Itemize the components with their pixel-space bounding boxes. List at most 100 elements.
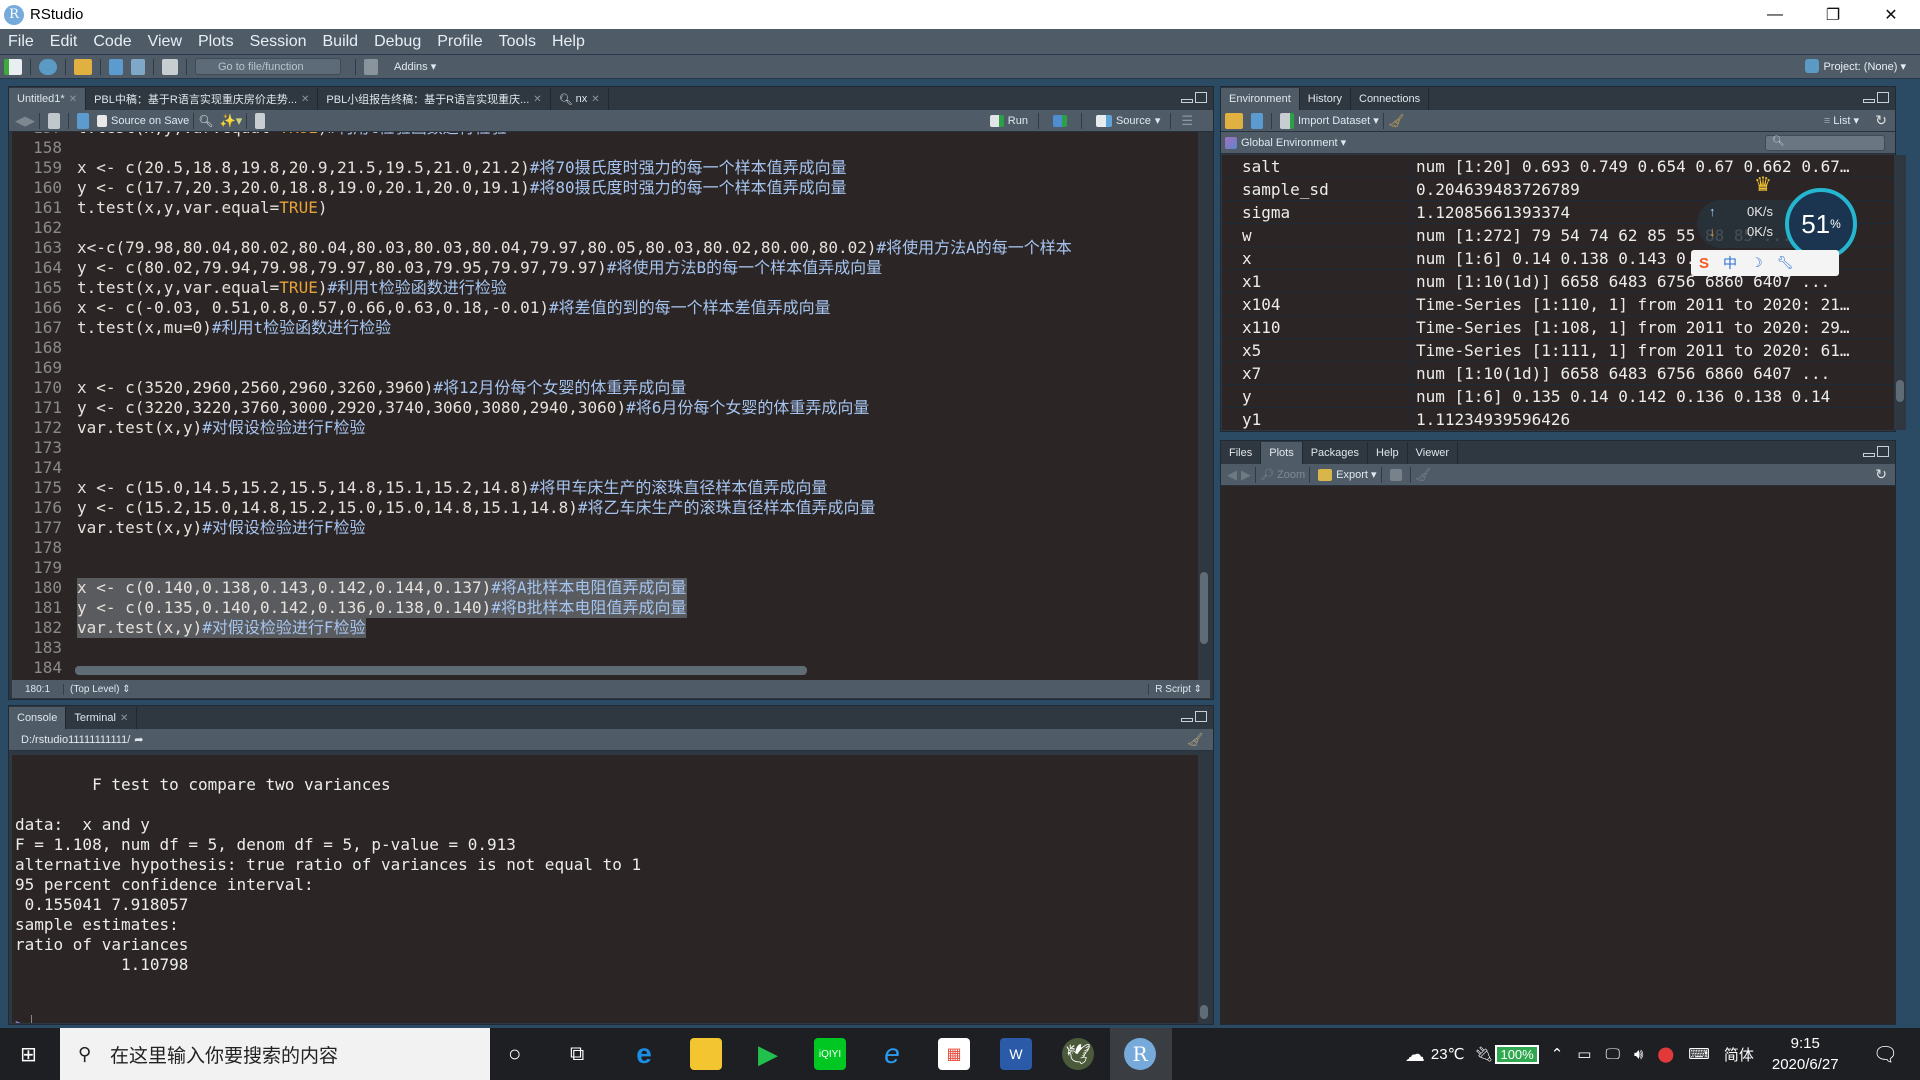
rstudio-taskbar-icon[interactable]: R: [1124, 1038, 1156, 1070]
compile-report-icon[interactable]: [255, 112, 266, 129]
environment-row[interactable]: y1 1.11234939596426: [1222, 408, 1894, 430]
cortana-icon[interactable]: ○: [508, 1041, 521, 1067]
show-in-window-icon[interactable]: [48, 112, 60, 129]
load-workspace-icon[interactable]: [1225, 112, 1243, 129]
environment-scope-dropdown[interactable]: Global Environment ▾: [1241, 136, 1346, 149]
keyboard-icon[interactable]: ⌨: [1688, 1045, 1710, 1063]
tab-untitled1[interactable]: Untitled1* ✕: [9, 88, 87, 110]
wrench-icon[interactable]: 🔧︎: [1777, 255, 1794, 271]
antivirus-icon[interactable]: ⬤: [1657, 1045, 1674, 1063]
new-file-icon[interactable]: [4, 58, 22, 75]
remove-plot-icon[interactable]: [1389, 468, 1402, 481]
environment-row[interactable]: x104 Time-Series [1:110, 1] from 2011 to …: [1222, 293, 1894, 316]
editor-horizontal-scrollbar[interactable]: [75, 666, 807, 675]
outline-icon[interactable]: ☰: [1181, 113, 1193, 129]
menu-edit[interactable]: Edit: [42, 33, 86, 51]
edge-icon[interactable]: e: [628, 1038, 660, 1070]
code-line[interactable]: 166 x <- c(-0.03, 0.51,0.8,0.57,0.66,0.63…: [12, 298, 1210, 318]
tab-packages[interactable]: Packages: [1302, 442, 1369, 464]
code-line[interactable]: 173: [12, 438, 1210, 458]
iqiyi-icon[interactable]: iQIYI: [814, 1038, 846, 1070]
close-tab-icon[interactable]: ✕: [533, 94, 541, 105]
minimize-pane-icon[interactable]: [1863, 453, 1875, 457]
rerun-icon[interactable]: [1052, 114, 1067, 127]
code-line[interactable]: 161 t.test(x,y,var.equal=TRUE): [12, 198, 1210, 218]
print-icon[interactable]: [162, 58, 178, 75]
close-button[interactable]: ✕: [1862, 0, 1920, 29]
console-output[interactable]: F test to compare two variances data: x a…: [12, 755, 1210, 1023]
show-hidden-icons[interactable]: ⌃: [1551, 1045, 1564, 1063]
ime-language[interactable]: 简体: [1724, 1044, 1754, 1065]
list-view-dropdown[interactable]: ≡ List ▾: [1824, 114, 1859, 127]
code-line[interactable]: 169: [12, 358, 1210, 378]
notifications-icon[interactable]: 🗨︎: [1873, 1042, 1898, 1067]
save-workspace-icon[interactable]: [1251, 112, 1263, 129]
clear-workspace-icon[interactable]: 🧹︎: [1388, 113, 1405, 129]
maximize-pane-icon[interactable]: [1877, 92, 1889, 103]
clear-plots-icon[interactable]: 🧹︎: [1415, 467, 1432, 483]
internet-explorer-icon[interactable]: e: [876, 1038, 908, 1070]
open-file-icon[interactable]: [74, 58, 92, 75]
find-replace-icon[interactable]: 🔍︎: [198, 114, 213, 128]
code-editor[interactable]: 157t.test(x,y,var.equal=TRUE)#利用t检验函数进行检…: [12, 132, 1210, 680]
environment-row[interactable]: sample_sd 0.204639483726789: [1222, 178, 1894, 201]
code-line[interactable]: 178: [12, 538, 1210, 558]
code-line[interactable]: 158: [12, 138, 1210, 158]
clock[interactable]: 9:15 2020/6/27: [1772, 1033, 1839, 1075]
editor-vertical-scrollbar[interactable]: [1198, 132, 1210, 680]
save-icon[interactable]: [109, 58, 123, 75]
zoom-plot-button[interactable]: 🔎︎ Zoom: [1260, 468, 1305, 481]
minimize-button[interactable]: —: [1746, 0, 1804, 29]
code-line[interactable]: 164 y <- c(80.02,79.94,79.98,79.97,80.03,…: [12, 258, 1210, 278]
close-tab-icon[interactable]: ✕: [120, 713, 128, 724]
code-line[interactable]: 162: [12, 218, 1210, 238]
run-button[interactable]: Run: [986, 114, 1028, 127]
menu-view[interactable]: View: [140, 33, 190, 51]
refresh-icon[interactable]: ↻: [1875, 112, 1887, 129]
import-dataset-button[interactable]: Import Dataset ▾: [1298, 114, 1379, 127]
code-line[interactable]: 172 var.test(x,y)#对假设检验进行F检验: [12, 418, 1210, 438]
minimize-pane-icon[interactable]: [1863, 99, 1875, 103]
tab-nx[interactable]: 🔍︎ nx ✕: [550, 88, 609, 110]
menu-build[interactable]: Build: [315, 33, 367, 51]
tab-connections[interactable]: Connections: [1351, 88, 1430, 110]
ime-toolbar[interactable]: S 中 ☽ 🔧︎: [1691, 250, 1839, 276]
windows-start-icon[interactable]: ⊞: [20, 1042, 37, 1067]
environment-scrollbar[interactable]: [1894, 155, 1906, 430]
scope-selector[interactable]: (Top Level) ⇕: [70, 684, 131, 695]
menu-debug[interactable]: Debug: [366, 33, 429, 51]
code-line[interactable]: 171 y <- c(3220,3220,3760,3000,2920,3740,…: [12, 398, 1210, 418]
refresh-icon[interactable]: ↻: [1875, 466, 1887, 483]
code-line[interactable]: 181 y <- c(0.135,0.140,0.142,0.136,0.138,…: [12, 598, 1210, 618]
save-all-icon[interactable]: [131, 58, 145, 75]
addins-menu[interactable]: Addins ▾: [394, 60, 436, 73]
close-tab-icon[interactable]: ✕: [301, 94, 309, 105]
minimize-pane-icon[interactable]: [1181, 718, 1193, 722]
temperature[interactable]: 23℃: [1431, 1045, 1465, 1063]
console-scrollbar[interactable]: [1198, 755, 1210, 1023]
code-line[interactable]: 174: [12, 458, 1210, 478]
code-line[interactable]: 183: [12, 638, 1210, 658]
back-icon[interactable]: ◀▶: [15, 113, 35, 129]
code-line[interactable]: 159 x <- c(20.5,18.8,19.8,20.9,21.5,19.5,…: [12, 158, 1210, 178]
tab-pbl-draft[interactable]: PBL中稿：基于R语言实现重庆房价走势... ✕: [86, 88, 319, 110]
moon-icon[interactable]: ☽: [1751, 255, 1763, 271]
go-to-file-input[interactable]: Go to file/function: [195, 58, 341, 75]
tab-viewer[interactable]: Viewer: [1407, 442, 1459, 464]
close-tab-icon[interactable]: ✕: [69, 94, 77, 105]
tab-console[interactable]: Console: [9, 707, 67, 729]
maximize-pane-icon[interactable]: [1877, 446, 1889, 457]
workspace-panes-icon[interactable]: [364, 58, 378, 75]
task-view-icon[interactable]: ⧉: [570, 1043, 584, 1066]
tab-environment[interactable]: Environment: [1221, 88, 1300, 110]
environment-row[interactable]: salt num [1:20] 0.693 0.749 0.654 0.67 0.…: [1222, 155, 1894, 178]
battery-indicator[interactable]: 100%: [1495, 1044, 1539, 1064]
tab-terminal[interactable]: Terminal ✕: [66, 707, 138, 729]
network-icon[interactable]: 🖵︎: [1605, 1046, 1619, 1063]
code-line[interactable]: 165 t.test(x,y,var.equal=TRUE)#利用t检验函数进行检…: [12, 278, 1210, 298]
menu-file[interactable]: File: [0, 33, 42, 51]
clear-console-icon[interactable]: 🧹︎: [1186, 732, 1203, 748]
tab-history[interactable]: History: [1299, 88, 1351, 110]
code-tools-icon[interactable]: ✨▾: [220, 113, 243, 129]
code-line[interactable]: 163 x<-c(79.98,80.04,80.02,80.04,80.03,80…: [12, 238, 1210, 258]
